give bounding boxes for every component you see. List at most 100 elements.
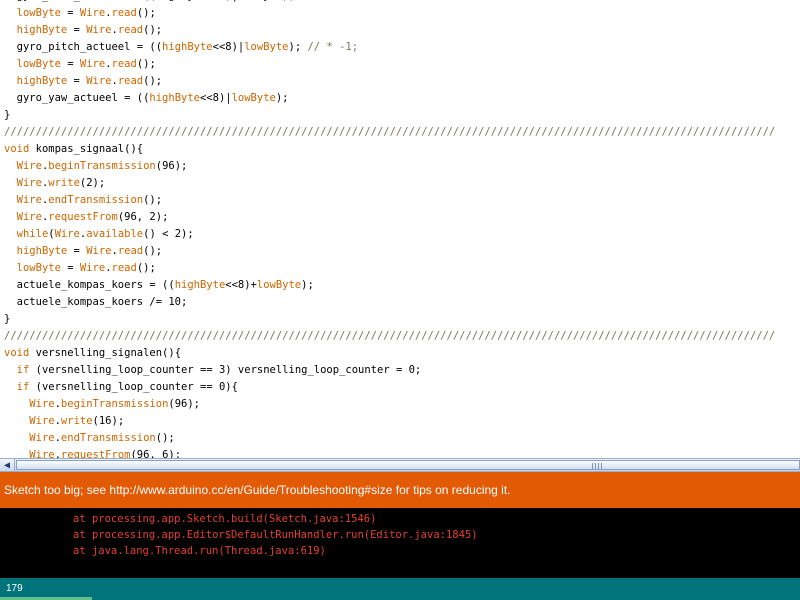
code-token: ); xyxy=(275,92,289,104)
code-token: Wire xyxy=(79,58,106,70)
code-token: if xyxy=(16,381,30,393)
code-token: (96, 6); xyxy=(130,449,182,458)
code-token: lowByte xyxy=(16,262,61,274)
code-token: void xyxy=(4,143,30,155)
code-token: ////////////////////////////////////////… xyxy=(4,330,776,342)
code-token: versnelling_signalen(){ xyxy=(29,347,182,359)
code-token: Wire xyxy=(29,432,55,444)
code-token: highByte xyxy=(16,245,68,257)
code-token: (); xyxy=(136,262,156,274)
code-token: <<8)| xyxy=(199,92,232,104)
code-token: read xyxy=(111,7,137,19)
code-token: Wire xyxy=(16,211,42,223)
code-token: gyro_pitch_actueel = (( xyxy=(4,41,163,53)
code-line: highByte = Wire.read(); xyxy=(4,243,775,260)
code-token: <<8)+ xyxy=(225,279,257,291)
code-token: highByte xyxy=(174,279,226,291)
code-token: } xyxy=(4,109,11,121)
code-token: highByte xyxy=(16,24,68,36)
code-text[interactable]: gyro_roll_actueel = ((highByte<<8)|lowBy… xyxy=(0,0,775,458)
code-token: Wire xyxy=(29,398,55,410)
code-token: = xyxy=(60,7,80,19)
code-token: lowByte xyxy=(16,7,61,19)
code-line: Wire.requestFrom(96, 2); xyxy=(4,209,775,226)
code-token: available xyxy=(86,228,144,240)
code-token: (); xyxy=(155,432,175,444)
code-token: read xyxy=(117,75,144,87)
error-status-bar: Sketch too big; see http://www.arduino.c… xyxy=(0,472,800,508)
code-token: Wire xyxy=(29,449,55,458)
console-line: at processing.app.Sketch.build(Sketch.ja… xyxy=(73,513,377,525)
code-token: highByte xyxy=(149,92,200,104)
horizontal-scrollbar[interactable]: ◀ xyxy=(0,458,800,472)
code-token: if xyxy=(16,364,30,376)
code-token: (versnelling_loop_counter == 3) versnell… xyxy=(29,364,422,376)
code-line: Wire.write(16); xyxy=(4,413,775,430)
code-line: ////////////////////////////////////////… xyxy=(4,124,775,141)
code-token: Wire xyxy=(86,245,112,257)
code-token: void xyxy=(4,347,30,359)
code-token: = xyxy=(67,75,87,87)
code-token: = xyxy=(60,262,80,274)
code-token: } xyxy=(4,313,11,325)
code-token: Wire xyxy=(16,194,42,206)
code-token: gyro_yaw_actueel = (( xyxy=(4,92,150,104)
code-token: highByte xyxy=(16,75,68,87)
code-line: if (versnelling_loop_counter == 3) versn… xyxy=(4,362,775,379)
code-token: highByte xyxy=(162,41,213,53)
console-line: at java.lang.Thread.run(Thread.java:619) xyxy=(73,545,326,557)
code-token: lowByte xyxy=(244,41,289,53)
code-token: read xyxy=(111,58,137,70)
code-token: = xyxy=(67,245,87,257)
code-line: lowByte = Wire.read(); xyxy=(4,5,775,22)
code-token: lowByte xyxy=(231,92,276,104)
code-token: Wire xyxy=(29,415,55,427)
code-token: gyro_roll_actueel = ((highByte<<8)|lowBy… xyxy=(4,0,295,2)
code-token: (); xyxy=(143,24,163,36)
code-token: Wire xyxy=(54,228,80,240)
code-token: requestFrom xyxy=(60,449,131,458)
code-line: highByte = Wire.read(); xyxy=(4,22,775,39)
code-line: Wire.beginTransmission(96); xyxy=(4,158,775,175)
code-token: = xyxy=(67,24,87,36)
scrollbar-grip-icon xyxy=(592,463,602,469)
code-line: actuele_kompas_koers /= 10; xyxy=(4,294,775,311)
line-number: 179 xyxy=(6,583,23,594)
console-output[interactable]: at processing.app.Sketch.build(Sketch.ja… xyxy=(0,508,800,578)
code-token: beginTransmission xyxy=(48,160,156,172)
code-token: Wire xyxy=(86,75,112,87)
code-token: Wire xyxy=(16,177,42,189)
scrollbar-thumb[interactable] xyxy=(16,460,800,470)
code-editor[interactable]: gyro_roll_actueel = ((highByte<<8)|lowBy… xyxy=(0,0,800,458)
code-token: actuele_kompas_koers = (( xyxy=(4,279,175,291)
code-token: () < 2); xyxy=(143,228,194,240)
code-line: } xyxy=(4,107,775,124)
code-line: gyro_pitch_actueel = ((highByte<<8)|lowB… xyxy=(4,39,775,56)
code-token: ); xyxy=(288,41,308,53)
code-token: read xyxy=(117,245,144,257)
code-token: (); xyxy=(136,7,156,19)
code-token: read xyxy=(117,24,144,36)
code-line: actuele_kompas_koers = ((highByte<<8)+lo… xyxy=(4,277,775,294)
code-token: (96); xyxy=(155,160,188,172)
code-token: (versnelling_loop_counter == 0){ xyxy=(29,381,238,393)
code-line: gyro_yaw_actueel = ((highByte<<8)|lowByt… xyxy=(4,90,775,107)
error-message: Sketch too big; see http://www.arduino.c… xyxy=(4,483,511,497)
code-line: Wire.requestFrom(96, 6); xyxy=(4,447,775,458)
scroll-left-arrow-icon[interactable]: ◀ xyxy=(0,459,15,471)
